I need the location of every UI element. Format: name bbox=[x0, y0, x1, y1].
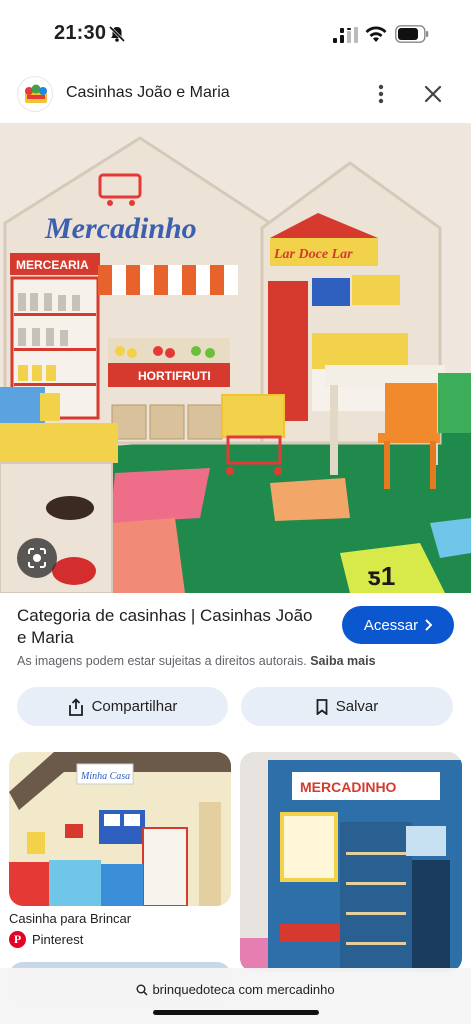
source-header: Casinhas João e Maria bbox=[0, 70, 471, 118]
related-image-2[interactable]: MERCADINHO bbox=[240, 752, 462, 972]
home-indicator[interactable] bbox=[153, 1010, 319, 1015]
learn-more-link[interactable]: Saiba mais bbox=[310, 654, 375, 668]
source-title: Casinhas João e Maria bbox=[66, 84, 230, 101]
related-source-1: P Pinterest bbox=[9, 930, 83, 948]
disclaimer-text: As imagens podem estar sujeitas a direit… bbox=[17, 654, 307, 668]
share-button-label: Compartilhar bbox=[91, 698, 178, 715]
play-kitchen-illustration: Minha Casa bbox=[9, 752, 231, 906]
playroom-illustration: ƽ1 Mercadinho MERCEARIA HORTIFRUTI Lar D… bbox=[0, 123, 471, 593]
sign-mercearia: MERCEARIA bbox=[16, 258, 89, 272]
svg-text:ƽ1: ƽ1 bbox=[368, 561, 395, 591]
sign-mercadinho: Mercadinho bbox=[44, 212, 197, 245]
hero-image[interactable]: ƽ1 Mercadinho MERCEARIA HORTIFRUTI Lar D… bbox=[0, 123, 471, 593]
sign-lar-doce-lar: Lar Doce Lar bbox=[273, 247, 353, 262]
battery-icon bbox=[395, 25, 429, 43]
copyright-disclaimer: As imagens podem estar sujeitas a direit… bbox=[17, 654, 457, 668]
bottom-search-bar: brinquedoteca com mercadinho bbox=[0, 968, 471, 1024]
lens-button[interactable] bbox=[17, 538, 57, 578]
search-icon bbox=[136, 984, 148, 996]
search-query-chip[interactable]: brinquedoteca com mercadinho bbox=[0, 982, 471, 997]
wifi-icon bbox=[365, 26, 387, 42]
status-time: 21:30 bbox=[54, 22, 107, 44]
share-button[interactable]: Compartilhar bbox=[17, 687, 228, 726]
chevron-right-icon bbox=[425, 619, 433, 631]
bookmark-icon bbox=[316, 698, 328, 715]
pinterest-icon: P bbox=[9, 930, 26, 948]
search-query-text: brinquedoteca com mercadinho bbox=[152, 982, 335, 997]
sign-mercadinho-blue: MERCADINHO bbox=[300, 779, 397, 795]
sign-minha-casa: Minha Casa bbox=[80, 771, 130, 782]
bell-slash-icon bbox=[108, 25, 126, 43]
close-icon[interactable] bbox=[419, 80, 447, 108]
site-logo[interactable] bbox=[17, 76, 53, 112]
visit-button-label: Acessar bbox=[363, 616, 419, 634]
save-button[interactable]: Salvar bbox=[241, 687, 453, 726]
save-button-label: Salvar bbox=[335, 698, 379, 715]
cellular-signal-icon bbox=[333, 27, 358, 43]
share-icon bbox=[68, 697, 83, 716]
casinhas-logo-icon bbox=[25, 84, 47, 103]
more-vert-icon[interactable] bbox=[368, 80, 394, 108]
sign-hortifruti: HORTIFRUTI bbox=[138, 369, 211, 383]
status-bar: 21:30 bbox=[0, 0, 471, 66]
related-title-1[interactable]: Casinha para Brincar bbox=[9, 911, 131, 926]
related-image-1[interactable]: Minha Casa bbox=[9, 752, 231, 906]
result-title[interactable]: Categoria de casinhas | Casinhas João e … bbox=[17, 605, 317, 649]
lens-icon bbox=[28, 548, 46, 568]
visit-button[interactable]: Acessar bbox=[342, 606, 454, 644]
blue-market-illustration: MERCADINHO bbox=[240, 752, 462, 972]
related-source-name: Pinterest bbox=[32, 931, 84, 947]
